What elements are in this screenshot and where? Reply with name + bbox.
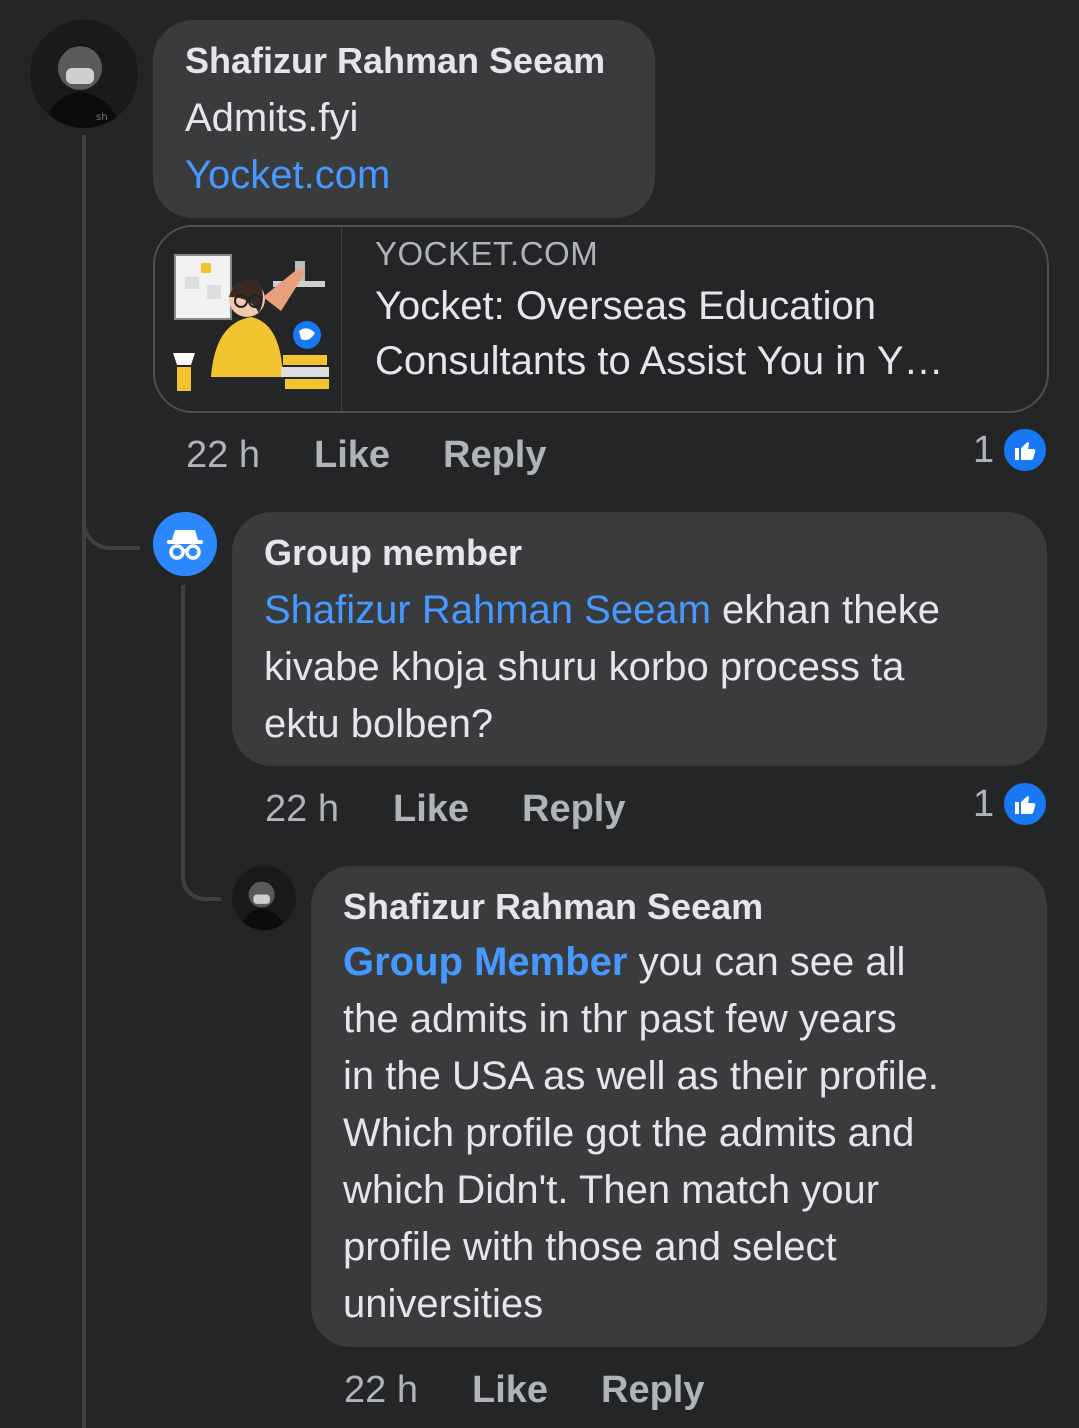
- comment-text-line: which Didn't. Then match your: [343, 1168, 880, 1212]
- thread-line: [82, 135, 86, 1428]
- thread-line-nested: [181, 585, 185, 845]
- comment-text-line: the admits in thr past few years: [343, 997, 897, 1041]
- svg-text:sh: sh: [96, 112, 108, 123]
- comment-bubble[interactable]: Shafizur Rahman Seeam Group Member you c…: [311, 866, 1047, 1347]
- like-button[interactable]: Like: [472, 1369, 548, 1412]
- comment-bubble[interactable]: Group member Shafizur Rahman Seeam ekhan…: [232, 512, 1047, 766]
- timestamp[interactable]: 22 h: [344, 1369, 418, 1412]
- reaction-summary[interactable]: 1: [973, 781, 1049, 827]
- avatar[interactable]: [232, 866, 296, 930]
- comment-actions: 22 h Like Reply: [265, 788, 865, 832]
- reply-button[interactable]: Reply: [522, 788, 625, 831]
- reaction-count: 1: [973, 428, 995, 471]
- preview-title[interactable]: Yocket: Overseas Education Consultants t…: [375, 279, 1025, 389]
- mention-link[interactable]: Group Member: [343, 940, 627, 984]
- comment-bubble[interactable]: Shafizur Rahman Seeam Admits.fyi Yocket.…: [153, 20, 655, 218]
- comment-actions: 22 h Like Reply: [186, 434, 786, 478]
- reaction-summary[interactable]: 1: [973, 427, 1049, 473]
- comment-author[interactable]: Group member: [264, 532, 522, 574]
- like-button[interactable]: Like: [393, 788, 469, 831]
- thread-branch-nested: [181, 835, 221, 901]
- link-preview-card[interactable]: YOCKET.COM Yocket: Overseas Education Co…: [153, 225, 1049, 413]
- comment-text: Admits.fyi: [185, 96, 359, 140]
- like-button[interactable]: Like: [314, 434, 390, 477]
- timestamp[interactable]: 22 h: [265, 788, 339, 831]
- comment-author[interactable]: Shafizur Rahman Seeam: [343, 886, 763, 928]
- avatar[interactable]: sh: [30, 20, 138, 128]
- timestamp[interactable]: 22 h: [186, 434, 260, 477]
- reaction-count: 1: [973, 782, 995, 825]
- comment-text-line: universities: [343, 1282, 544, 1326]
- thumbs-up-icon: [1002, 427, 1049, 473]
- comment-text: Shafizur Rahman Seeam ekhan theke kivabe…: [264, 582, 1034, 753]
- comment-actions: 22 h Like Reply: [344, 1369, 944, 1413]
- reply-button[interactable]: Reply: [443, 434, 546, 477]
- comment-link[interactable]: Yocket.com: [185, 147, 390, 204]
- comment-text-line: Which profile got the admits and: [343, 1111, 915, 1155]
- comment-text-segment: you can see all: [627, 940, 906, 984]
- thread-branch: [82, 468, 140, 550]
- preview-image: [155, 227, 342, 411]
- comment-author[interactable]: Shafizur Rahman Seeam: [185, 40, 605, 82]
- comment-text-segment: ekhan theke: [710, 588, 940, 632]
- mention-link[interactable]: Shafizur Rahman Seeam: [264, 588, 711, 632]
- comment-text-line: ektu bolben?: [264, 702, 494, 746]
- comment-text: Group Member you can see all the admits …: [343, 934, 1043, 1333]
- thumbs-up-icon: [1002, 781, 1049, 827]
- reply-button[interactable]: Reply: [601, 1369, 704, 1412]
- preview-title-line: Yocket: Overseas Education: [375, 284, 877, 328]
- comment-text-line: kivabe khoja shuru korbo process ta: [264, 645, 905, 689]
- anonymous-avatar[interactable]: [153, 512, 217, 576]
- preview-domain: YOCKET.COM: [375, 235, 599, 272]
- comment-text-line: in the USA as well as their profile.: [343, 1054, 939, 1098]
- comment-text-line: profile with those and select: [343, 1225, 837, 1269]
- incognito-icon: [153, 512, 217, 576]
- preview-title-line: Consultants to Assist You in Y…: [375, 339, 944, 383]
